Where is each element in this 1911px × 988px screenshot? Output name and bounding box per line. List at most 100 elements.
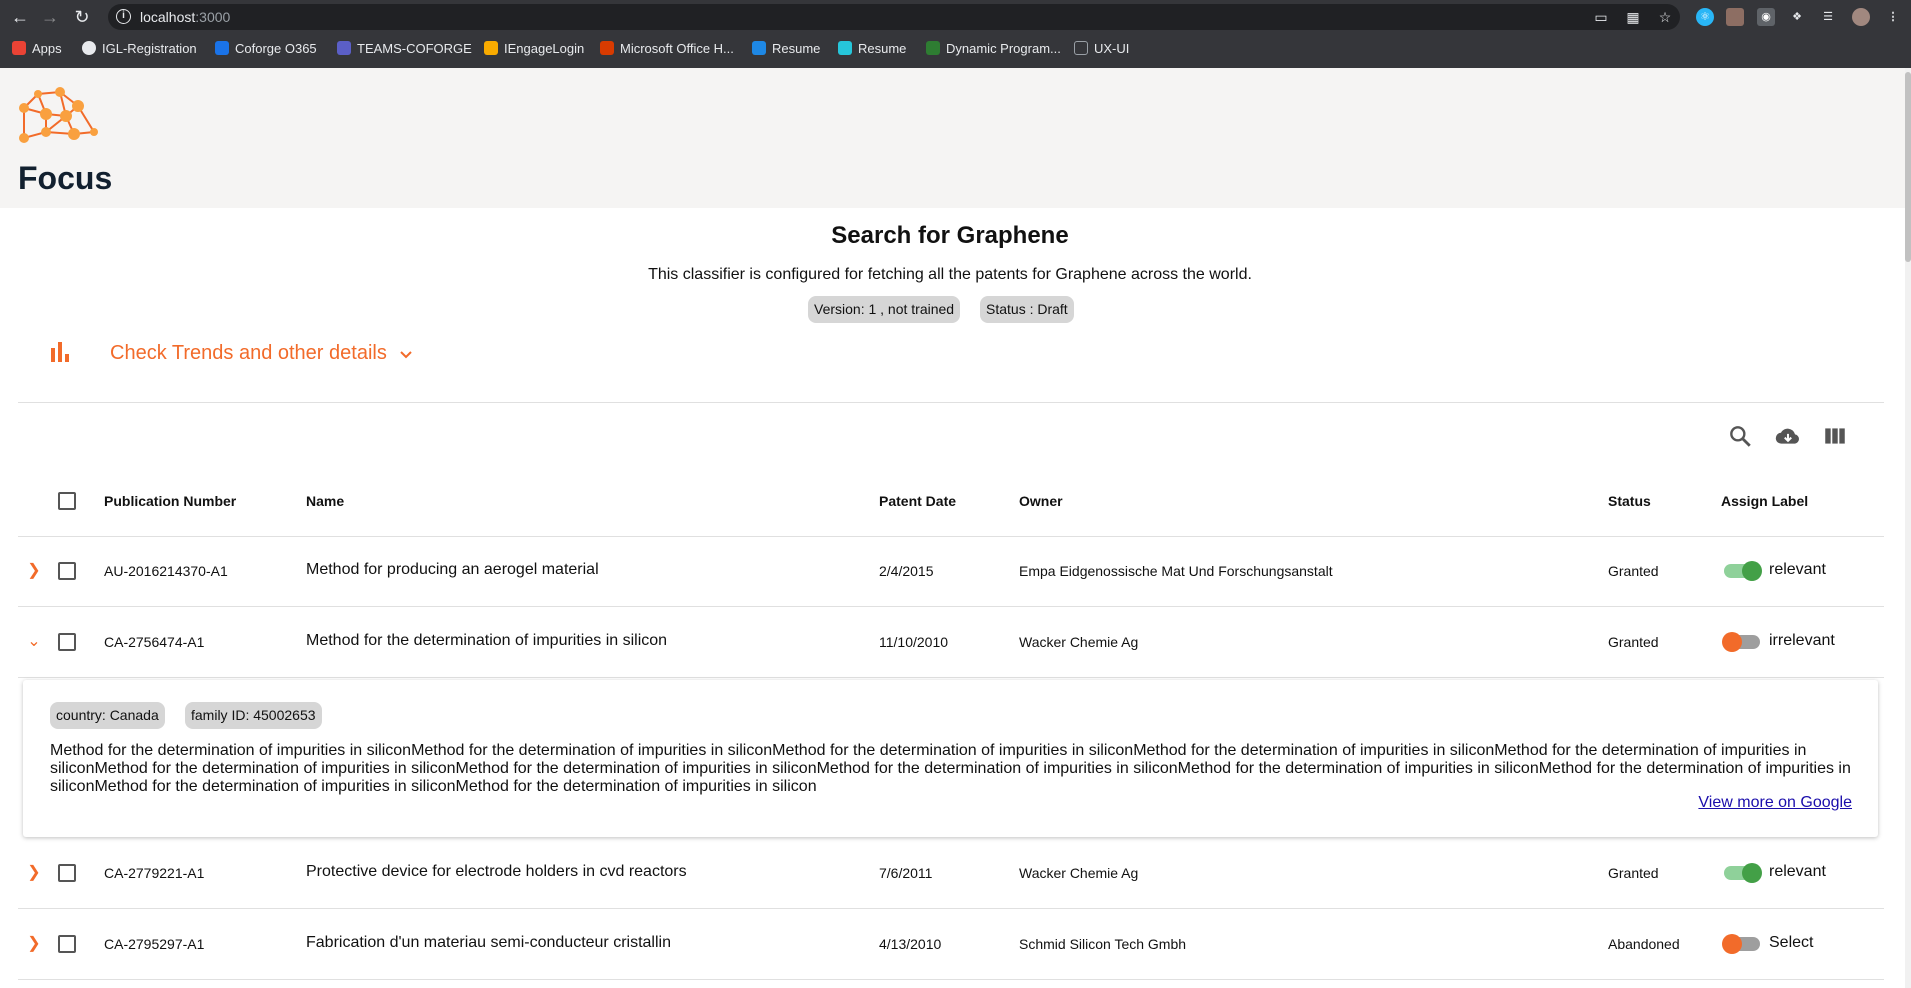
office-icon [600, 41, 614, 55]
row-patent-date: 4/13/2010 [879, 936, 942, 952]
toggle-knob [1722, 632, 1742, 652]
row-checkbox[interactable] [58, 633, 76, 651]
bookmark-igl-registration[interactable]: IGL-Registration [82, 40, 197, 58]
extension-icon[interactable] [1726, 8, 1744, 26]
expand-row-chevron-right-icon[interactable]: ❯ [24, 561, 44, 581]
bookmark-microsoft-office[interactable]: Microsoft Office H... [600, 40, 734, 58]
bookmark-label: Microsoft Office H... [620, 41, 734, 56]
row-checkbox[interactable] [58, 562, 76, 580]
family-id-chip: family ID: 45002653 [185, 702, 322, 729]
bookmark-folder-ux-ui[interactable]: UX-UI [1074, 40, 1129, 58]
bookmark-resume-1[interactable]: Resume [752, 40, 820, 58]
n-logo-icon [838, 41, 852, 55]
toggle-knob [1742, 863, 1762, 883]
bookmark-label: Resume [772, 41, 821, 56]
reload-icon[interactable]: ↻ [70, 5, 94, 29]
bookmark-coforge-o365[interactable]: Coforge O365 [215, 40, 317, 58]
puzzle-icon[interactable]: ❖ [1788, 8, 1806, 26]
cast-icon[interactable]: ▭ [1592, 8, 1610, 26]
scrollbar-thumb[interactable] [1905, 72, 1911, 262]
qr-code-icon[interactable]: ▦ [1624, 8, 1642, 26]
browser-chrome: ← → ↻ i localhost:3000 ▭ ▦ ☆ ⚛ ◉ ❖ ☰ ⋮ A… [0, 0, 1911, 68]
row-checkbox[interactable] [58, 864, 76, 882]
row-checkbox[interactable] [58, 935, 76, 953]
row-owner: Empa Eidgenossische Mat Und Forschungsan… [1019, 563, 1333, 579]
header-patent-date[interactable]: Patent Date [879, 493, 956, 509]
bookmark-dynamic-program[interactable]: Dynamic Program... [926, 40, 1061, 58]
header-divider [18, 536, 1884, 537]
toggle-knob [1742, 561, 1762, 581]
view-more-google-link[interactable]: View more on Google [1698, 794, 1852, 812]
row-status: Granted [1608, 563, 1659, 579]
search-title: Search for Graphene [831, 222, 1069, 249]
forward-icon[interactable]: → [38, 5, 62, 29]
patent-abstract: Method for the determination of impuriti… [50, 742, 1851, 795]
bookmark-resume-2[interactable]: Resume [838, 40, 906, 58]
outlook-icon [215, 41, 229, 55]
url-host: localhost [140, 9, 196, 25]
url-text: localhost:3000 [140, 9, 230, 25]
bookmark-star-icon[interactable]: ☆ [1656, 8, 1674, 26]
row-label: irrelevant [1769, 632, 1835, 649]
header-assign-label[interactable]: Assign Label [1721, 493, 1808, 509]
cloud-download-icon[interactable] [1775, 423, 1801, 449]
section-divider [18, 402, 1884, 403]
label-toggle[interactable] [1722, 934, 1760, 954]
bookmark-label: Resume [858, 41, 907, 56]
page-scrollbar[interactable] [1905, 68, 1911, 988]
row-publication-number: CA-2795297-A1 [104, 936, 205, 952]
browser-nav-row: ← → ↻ i localhost:3000 ▭ ▦ ☆ ⚛ ◉ ❖ ☰ ⋮ [0, 0, 1911, 34]
row-publication-number: AU-2016214370-A1 [104, 563, 228, 579]
react-devtools-icon[interactable]: ⚛ [1696, 8, 1714, 26]
header-owner[interactable]: Owner [1019, 493, 1063, 509]
bookmark-apps[interactable]: Apps [12, 40, 62, 58]
bookmark-iengagelogin[interactable]: IEngageLogin [484, 40, 584, 58]
gfg-icon [926, 41, 940, 55]
country-chip: country: Canada [50, 702, 165, 729]
search-description: This classifier is configured for fetchi… [648, 266, 1252, 283]
bookmark-label: IGL-Registration [102, 41, 197, 56]
row-divider [18, 908, 1884, 909]
header-name[interactable]: Name [306, 493, 344, 509]
bookmark-label: Coforge O365 [235, 41, 317, 56]
menu-kebab-icon[interactable]: ⋮ [1884, 8, 1902, 26]
row-name: Protective device for electrode holders … [306, 863, 687, 880]
header-status[interactable]: Status [1608, 493, 1651, 509]
row-divider [18, 979, 1884, 980]
camera-extension-icon[interactable]: ◉ [1757, 8, 1775, 26]
select-all-checkbox[interactable] [58, 492, 76, 510]
row-label: Select [1769, 934, 1814, 951]
iengage-icon [484, 41, 498, 55]
bookmark-teams-coforge[interactable]: TEAMS-COFORGE [337, 40, 472, 58]
collapse-row-chevron-down-icon[interactable]: ⌄ [24, 632, 44, 652]
row-status: Granted [1608, 865, 1659, 881]
view-column-icon[interactable] [1822, 423, 1848, 449]
reading-list-icon[interactable]: ☰ [1819, 8, 1837, 26]
bookmark-label: IEngageLogin [504, 41, 585, 56]
header-publication-number[interactable]: Publication Number [104, 493, 236, 509]
label-toggle[interactable] [1722, 632, 1760, 652]
version-chip: Version: 1 , not trained [808, 296, 961, 323]
address-bar[interactable]: i localhost:3000 ▭ ▦ ☆ [108, 4, 1680, 30]
row-owner: Schmid Silicon Tech Gmbh [1019, 936, 1187, 952]
row-status: Granted [1608, 634, 1659, 650]
back-icon[interactable]: ← [8, 5, 32, 29]
graphene-logo-icon [19, 87, 98, 143]
label-toggle[interactable] [1724, 863, 1762, 883]
bookmark-label: Apps [32, 41, 62, 56]
row-name: Fabrication d'un materiau semi-conducteu… [306, 934, 671, 951]
search-icon[interactable] [1727, 423, 1753, 449]
profile-avatar[interactable] [1852, 8, 1870, 26]
bar-chart-icon [51, 342, 69, 362]
expand-row-chevron-right-icon[interactable]: ❯ [24, 863, 44, 883]
label-toggle[interactable] [1724, 561, 1762, 581]
row-status: Abandoned [1608, 936, 1680, 952]
site-info-icon[interactable]: i [116, 9, 131, 24]
expand-row-chevron-right-icon[interactable]: ❯ [24, 934, 44, 954]
toggle-knob [1722, 934, 1742, 954]
row-patent-date: 11/10/2010 [879, 634, 949, 650]
document-icon [752, 41, 766, 55]
app-title: Focus [18, 160, 113, 196]
url-port: :3000 [195, 9, 231, 25]
trends-label: Check Trends and other details [110, 342, 387, 364]
